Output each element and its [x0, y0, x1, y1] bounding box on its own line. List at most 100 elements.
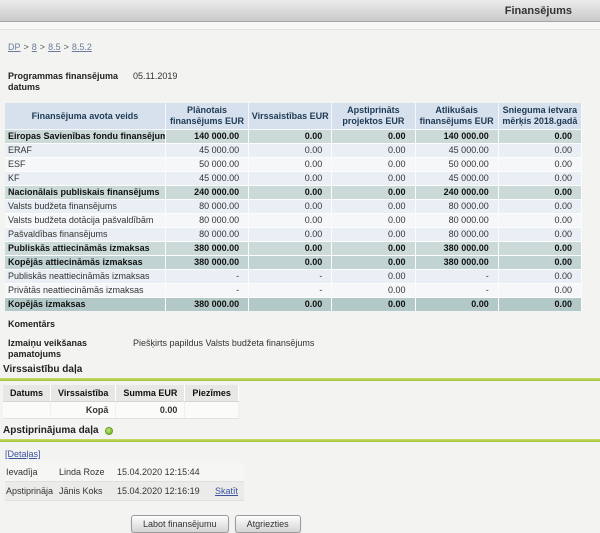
finance-cell-value: 0.00 [249, 228, 332, 242]
entered-by-label: Ievadīja [5, 463, 59, 482]
button-row: Labot finansējumu Atgriezties [131, 515, 600, 533]
finance-cell-value: 380 000.00 [415, 242, 498, 256]
entered-by-datetime: 15.04.2020 12:15:44 [117, 463, 215, 482]
finance-cell-value: 0.00 [498, 172, 581, 186]
finance-cell-value: 0.00 [332, 186, 415, 200]
finance-cell-value: 0.00 [249, 298, 332, 312]
finance-row: KF45 000.000.000.0045 000.000.00 [5, 172, 582, 186]
finance-cell-value: 0.00 [332, 130, 415, 144]
finance-row: Valsts budžeta dotācija pašvaldībām80 00… [5, 214, 582, 228]
finance-row-label: Valsts budžeta dotācija pašvaldībām [5, 214, 165, 228]
finance-row-label: Privātās neattiecināmās izmaksas [5, 284, 165, 298]
section-divider [0, 439, 600, 442]
finance-cell-value: 240 000.00 [165, 186, 248, 200]
vs-total-value: 0.00 [116, 402, 185, 419]
finance-cell-value: 0.00 [249, 158, 332, 172]
details-link[interactable]: [Detaļas] [5, 449, 41, 459]
finance-cell-value: 80 000.00 [165, 200, 248, 214]
finance-cell-value: 0.00 [332, 298, 415, 312]
edit-financing-button[interactable]: Labot finansējumu [131, 515, 229, 533]
finance-cell-value: 0.00 [332, 256, 415, 270]
finance-cell-value: 240 000.00 [415, 186, 498, 200]
top-bar-strip [0, 22, 600, 30]
breadcrumb-link-8-5[interactable]: 8.5 [48, 42, 61, 52]
finance-cell-value: 0.00 [498, 298, 581, 312]
breadcrumb: DP>8>8.5>8.5.2 [8, 42, 600, 52]
finance-cell-value: 0.00 [332, 270, 415, 284]
finance-row-label: KF [5, 172, 165, 186]
vs-column-virssaistiba: Virssaistība [51, 385, 116, 402]
finance-cell-value: 380 000.00 [165, 256, 248, 270]
finance-row-label: Nacionālais publiskais finansējums [5, 186, 165, 200]
vs-total-label: Kopā [51, 402, 116, 419]
finance-cell-value: 50 000.00 [165, 158, 248, 172]
finance-cell-value: 0.00 [498, 270, 581, 284]
finance-cell-value: 380 000.00 [415, 256, 498, 270]
virssaistibas-header-row: Datums Virssaistība Summa EUR Piezīmes [3, 385, 238, 402]
finance-cell-value: 0.00 [498, 284, 581, 298]
programme-date-value: 05.11.2019 [133, 71, 177, 93]
finance-cell-value: 0.00 [332, 144, 415, 158]
finance-cell-value: 0.00 [498, 158, 581, 172]
vs-empty-cell [3, 402, 51, 419]
finance-cell-value: 0.00 [498, 186, 581, 200]
approval-section-title-row: Apstiprinājuma daļa [3, 425, 600, 436]
finance-cell-value: 0.00 [498, 214, 581, 228]
finance-cell-value: 0.00 [332, 228, 415, 242]
vs-empty-cell [185, 402, 239, 419]
finance-cell-value: 140 000.00 [415, 130, 498, 144]
finance-row: Eiropas Savienības fondu finansējums140 … [5, 130, 582, 144]
finance-cell-value: 80 000.00 [165, 214, 248, 228]
finance-cell-value: - [165, 270, 248, 284]
finance-row-label: Valsts budžeta finansējums [5, 200, 165, 214]
page-title: Finansējums [505, 5, 600, 17]
programme-date-label: Programmas finansējuma datums [8, 71, 133, 93]
finance-row: Kopējās izmaksas380 000.000.000.000.000.… [5, 298, 582, 312]
vs-column-piezimes: Piezīmes [185, 385, 239, 402]
finance-row: Kopējās attiecināmās izmaksas380 000.000… [5, 256, 582, 270]
reason-value: Piešķirts papildus Valsts budžeta finans… [133, 338, 314, 360]
finance-cell-value: 45 000.00 [415, 144, 498, 158]
virssaistibas-section-title: Virssaistību daļa [3, 364, 600, 375]
programme-date-row: Programmas finansējuma datums 05.11.2019 [8, 71, 600, 93]
finance-cell-value: 0.00 [249, 186, 332, 200]
breadcrumb-link-8-5-2[interactable]: 8.5.2 [72, 42, 92, 52]
finance-cell-value: 45 000.00 [165, 172, 248, 186]
finance-row: Publiskās attiecināmās izmaksas380 000.0… [5, 242, 582, 256]
finance-cell-value: 0.00 [249, 172, 332, 186]
column-header-remaining: Atlikušais finansējums EUR [415, 103, 498, 130]
breadcrumb-link-dp[interactable]: DP [8, 42, 21, 52]
finance-row-label: Kopējās attiecināmās izmaksas [5, 256, 165, 270]
finance-cell-value: 0.00 [332, 172, 415, 186]
finance-cell-value: - [415, 270, 498, 284]
finance-row-label: Pašvaldības finansējums [5, 228, 165, 242]
finance-cell-value: 80 000.00 [415, 200, 498, 214]
finance-cell-value: 0.00 [249, 242, 332, 256]
top-bar: Finansējums [0, 0, 600, 22]
finance-cell-value: 80 000.00 [415, 214, 498, 228]
finance-table-header-row: Finansējuma avota veids Plānotais finans… [5, 103, 582, 130]
green-status-icon [105, 427, 113, 435]
finance-cell-value: 380 000.00 [165, 242, 248, 256]
vs-column-datums: Datums [3, 385, 51, 402]
vs-column-summa: Summa EUR [116, 385, 185, 402]
reason-label: Izmaiņu veikšanas pamatojums [8, 338, 133, 360]
finance-cell-value: 45 000.00 [165, 144, 248, 158]
finance-cell-value: 0.00 [249, 144, 332, 158]
finance-cell-value: 0.00 [332, 242, 415, 256]
finance-cell-value: 0.00 [498, 228, 581, 242]
finance-row: ESF50 000.000.000.0050 000.000.00 [5, 158, 582, 172]
finance-row: Publiskās neattiecināmās izmaksas--0.00-… [5, 270, 582, 284]
finance-cell-value: 0.00 [332, 214, 415, 228]
finance-row: Nacionālais publiskais finansējums240 00… [5, 186, 582, 200]
section-divider [0, 378, 600, 381]
breadcrumb-link-8[interactable]: 8 [32, 42, 37, 52]
finance-row-label: Publiskās attiecināmās izmaksas [5, 242, 165, 256]
finance-row: Valsts budžeta finansējums80 000.000.000… [5, 200, 582, 214]
approved-by-row: Apstiprināja Jānis Koks 15.04.2020 12:16… [5, 482, 244, 501]
breadcrumb-separator: > [40, 42, 45, 52]
finance-cell-value: 380 000.00 [165, 298, 248, 312]
finance-row: Privātās neattiecināmās izmaksas--0.00-0… [5, 284, 582, 298]
back-button[interactable]: Atgriezties [235, 515, 301, 533]
finance-cell-value: 80 000.00 [165, 228, 248, 242]
